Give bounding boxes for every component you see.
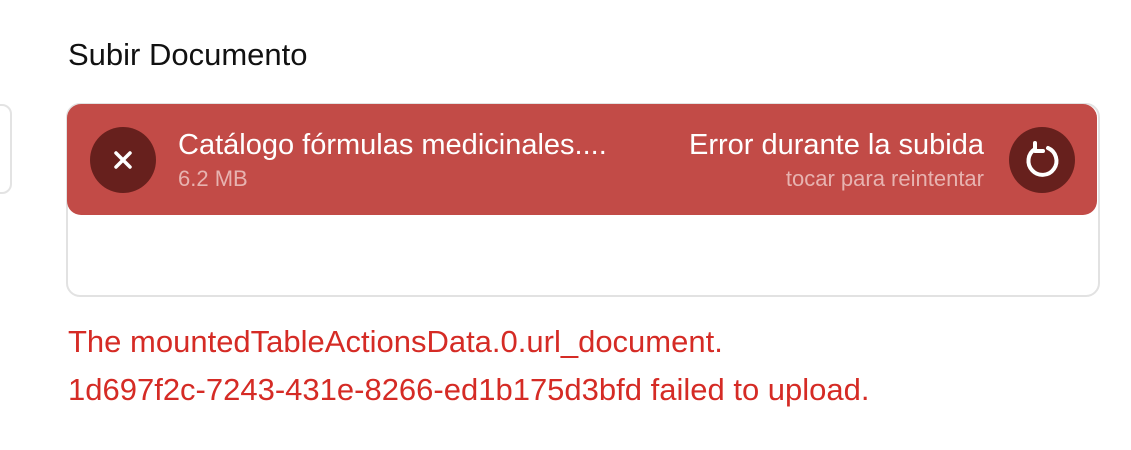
retry-hint: tocar para reintentar bbox=[785, 166, 984, 191]
upload-error-line: The mountedTableActionsData.0.url_docume… bbox=[68, 324, 723, 359]
remove-file-button[interactable] bbox=[90, 127, 156, 193]
file-name: Catálogo fórmulas medicinales.... bbox=[178, 129, 607, 161]
upload-error-message: The mountedTableActionsData.0.url_docume… bbox=[68, 318, 1108, 414]
upload-status: Error durante la subida bbox=[689, 129, 984, 161]
close-icon bbox=[114, 151, 132, 169]
upload-file-item[interactable]: Catálogo fórmulas medicinales.... 6.2 MB… bbox=[67, 104, 1097, 215]
retry-icon bbox=[1026, 141, 1059, 177]
file-size: 6.2 MB bbox=[178, 166, 248, 191]
adjacent-panel-edge bbox=[0, 104, 12, 194]
retry-upload-button[interactable] bbox=[1009, 127, 1075, 193]
field-label: Subir Documento bbox=[68, 37, 308, 72]
upload-error-line: 1d697f2c-7243-431e-8266-ed1b175d3bfd fai… bbox=[68, 372, 870, 407]
